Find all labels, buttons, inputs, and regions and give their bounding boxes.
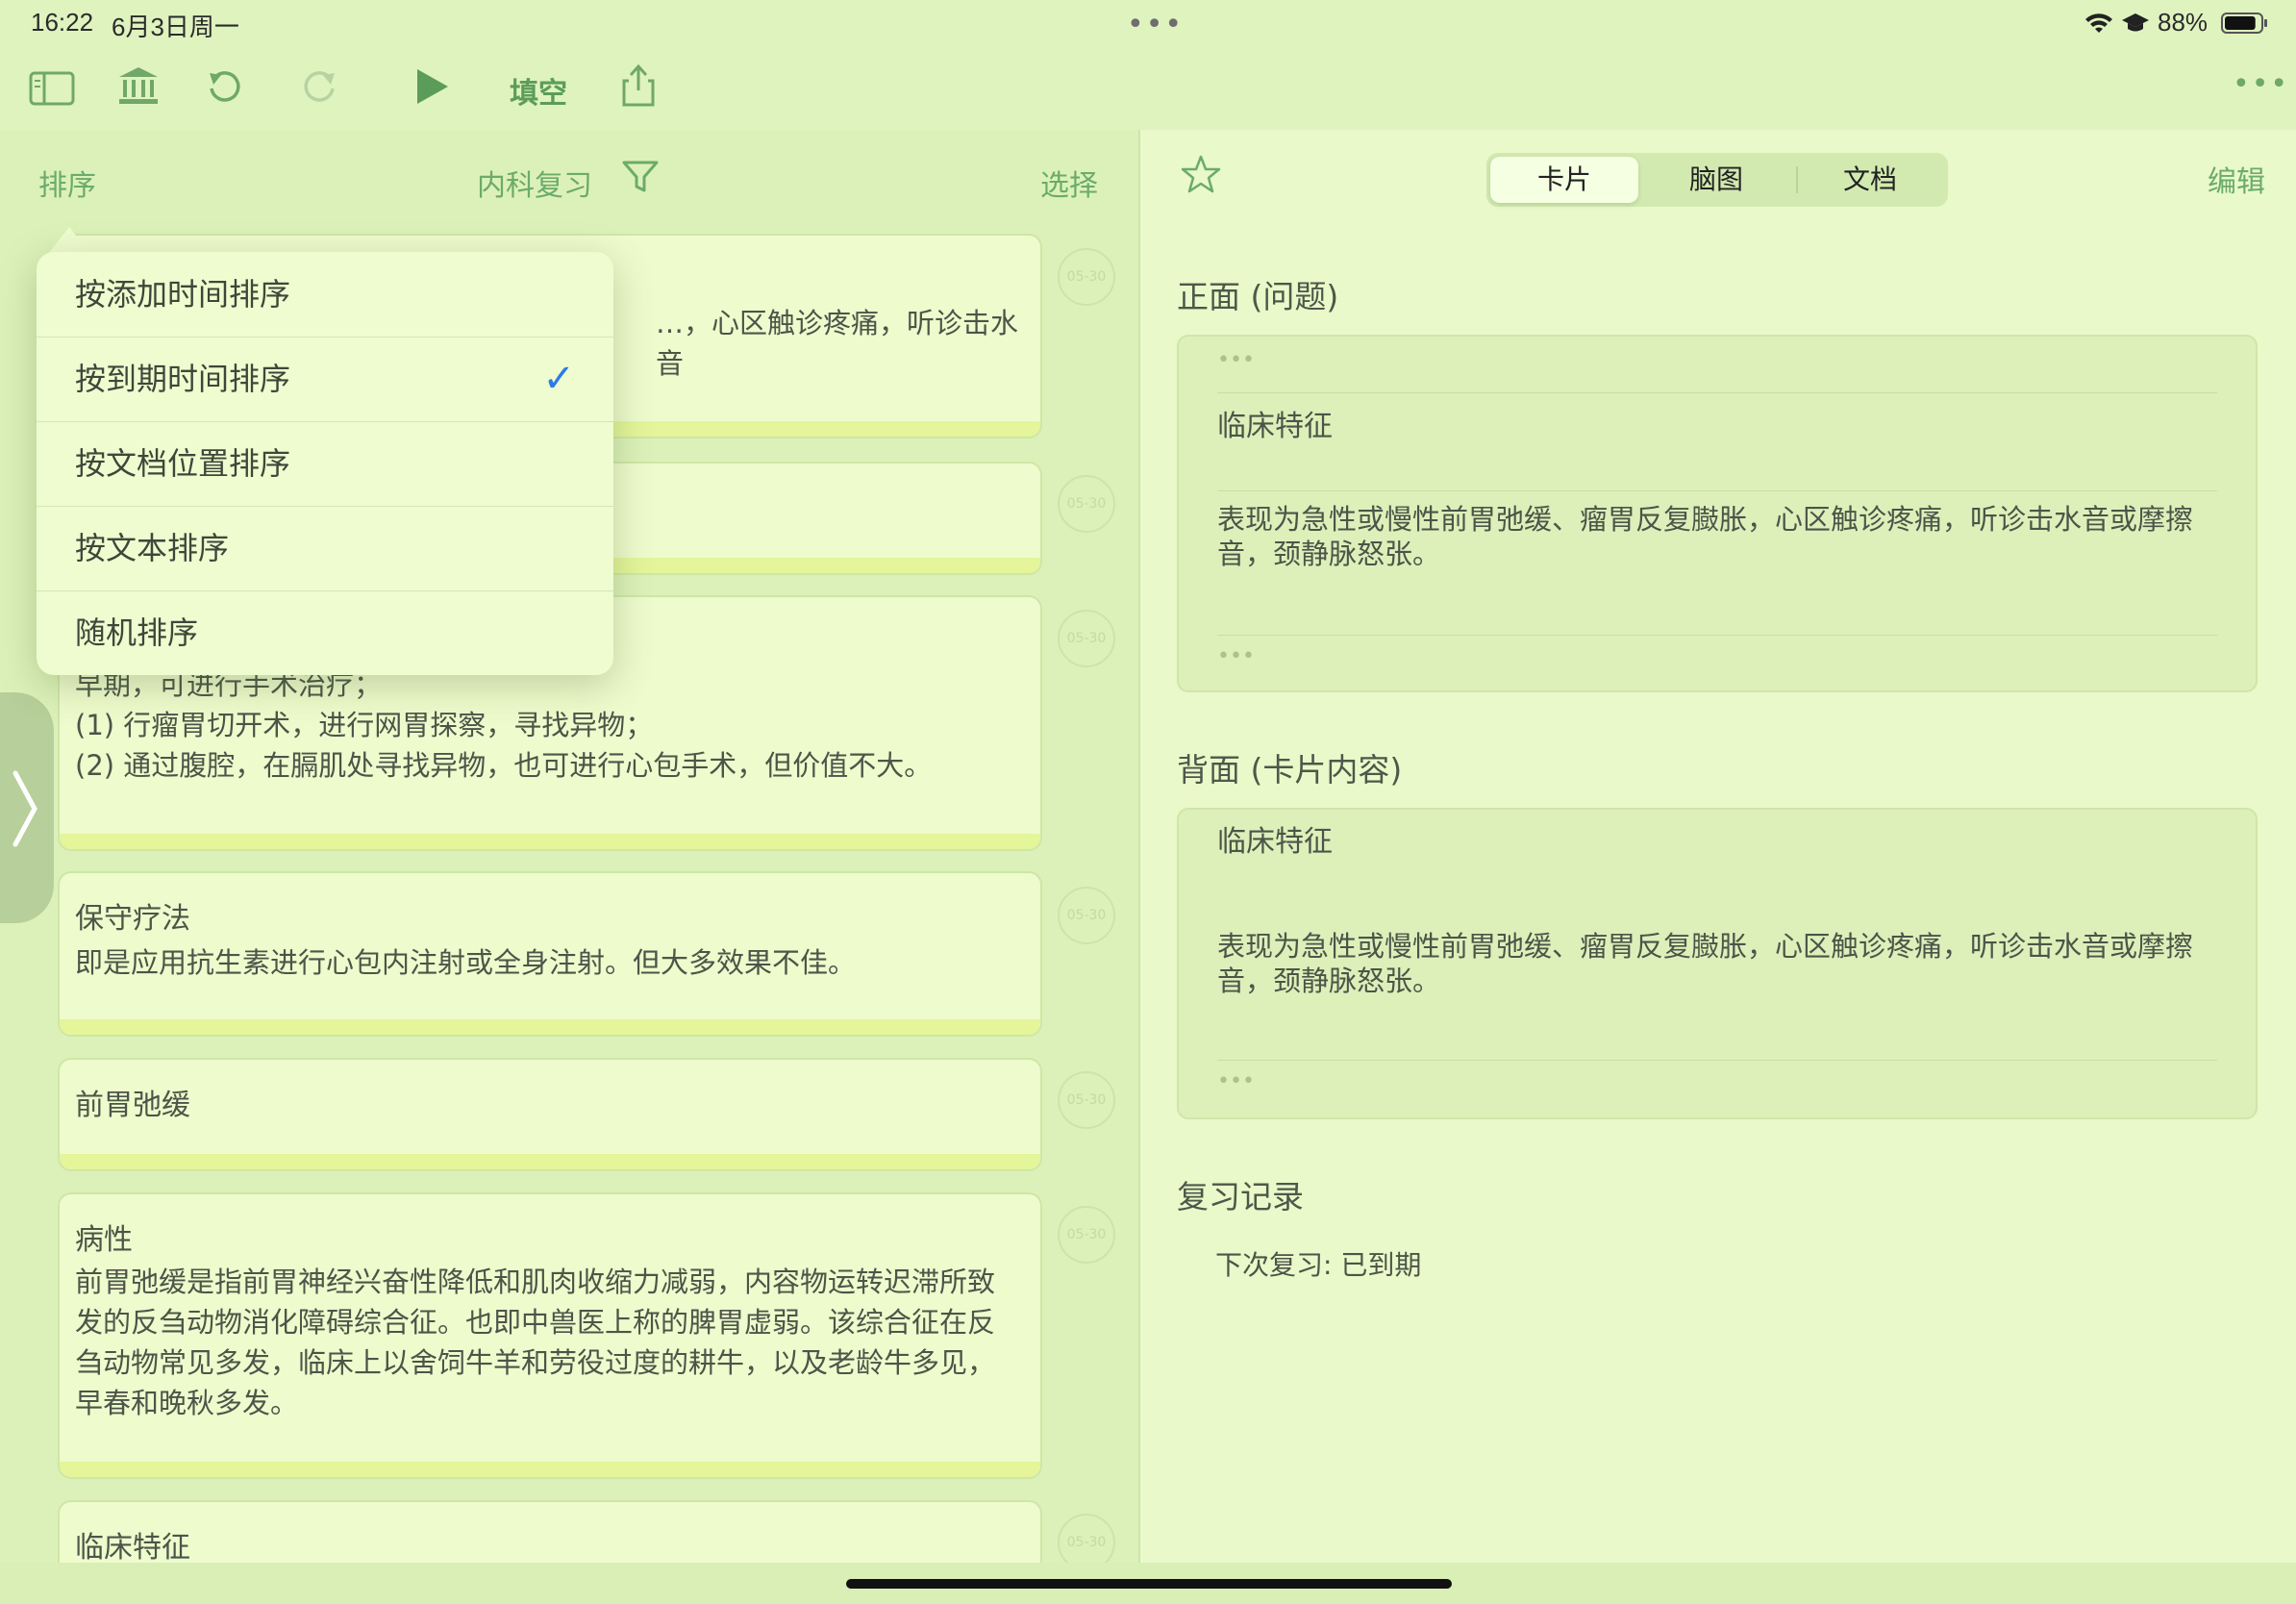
front-heading: 正面 (问题) (1177, 278, 1339, 315)
sort-menu-arrow (48, 227, 90, 254)
view-segmented-control: 卡片 脑图 文档 (1486, 153, 1948, 207)
card-bar (60, 1019, 1040, 1035)
ellipsis-bottom: ••• (1217, 644, 1255, 668)
battery-percent: 88% (2158, 8, 2209, 37)
deck-title[interactable]: 内科复习 (477, 162, 592, 204)
star-icon[interactable] (1181, 154, 1221, 198)
back-title: 临床特征 (1217, 825, 1333, 859)
library-icon[interactable] (117, 65, 160, 110)
card-body: 即是应用抗生素进行心包内注射或全身注射。但大多效果不佳。 (75, 946, 857, 979)
sort-menu: 按添加时间排序 按到期时间排序 ✓ 按文档位置排序 按文本排序 随机排序 (37, 252, 613, 675)
edit-button[interactable]: 编辑 (2208, 158, 2265, 200)
checkmark-icon: ✓ (542, 357, 575, 401)
sort-by-document-position[interactable]: 按文档位置排序 (37, 421, 613, 506)
menu-item-label: 随机排序 (75, 614, 199, 651)
due-date-badge: 05-30 (1058, 887, 1115, 944)
sort-by-due-time[interactable]: 按到期时间排序 ✓ (37, 337, 613, 421)
card-title: 保守疗法 (75, 902, 190, 936)
menu-item-label: 按文本排序 (75, 530, 230, 566)
list-item[interactable]: 保守疗法 即是应用抗生素进行心包内注射或全身注射。但大多效果不佳。 (58, 871, 1042, 1037)
divider (1217, 490, 2217, 491)
next-review-text: 下次复习: 已到期 (1215, 1249, 1422, 1281)
sort-button[interactable]: 排序 (38, 162, 96, 204)
play-icon[interactable] (415, 67, 450, 110)
share-icon[interactable] (621, 63, 656, 112)
sort-by-added-time[interactable]: 按添加时间排序 (37, 252, 613, 337)
more-icon[interactable]: ••• (2233, 67, 2289, 101)
card-title: 病性 (75, 1223, 133, 1257)
card-title: 临床特征 (75, 1531, 190, 1565)
battery-icon (2221, 12, 2269, 38)
back-content-box: 临床特征 表现为急性或慢性前胃弛缓、瘤胃反复臌胀，心区触诊疼痛，听诊击水音或摩擦… (1177, 808, 2258, 1119)
back-heading: 背面 (卡片内容) (1177, 751, 1403, 789)
divider (1217, 392, 2217, 393)
select-button[interactable]: 选择 (1040, 162, 1098, 204)
due-date-badge: 05-30 (1058, 1206, 1115, 1264)
ellipsis-bottom: ••• (1217, 1069, 1255, 1093)
ellipsis-top: ••• (1217, 348, 1255, 372)
sort-random[interactable]: 随机排序 (37, 590, 613, 675)
graduation-cap-icon (2121, 12, 2150, 38)
card-bar (60, 1462, 1040, 1477)
divider (1217, 1060, 2217, 1061)
card-body: 早期，可进行手术治疗； (1) 行瘤胃切开术，进行网胃探察，寻找异物； (2) … (75, 668, 933, 782)
sidebar-icon[interactable] (29, 69, 75, 112)
menu-item-label: 按到期时间排序 (75, 361, 291, 397)
card-bar (60, 834, 1040, 849)
fill-blank-button[interactable]: 填空 (510, 69, 567, 112)
card-bar (60, 1154, 1040, 1169)
status-time: 16:22 (31, 8, 94, 37)
card-title: 前胃弛缓 (75, 1089, 190, 1122)
home-indicator[interactable] (846, 1579, 1452, 1589)
review-heading: 复习记录 (1177, 1178, 1304, 1216)
card-body: 前胃弛缓是指前胃神经兴奋性降低和肌肉收缩力减弱，内容物运转迟滞所致发的反刍动物消… (75, 1266, 996, 1419)
card-body: …，心区触诊疼痛，听诊击水音 (656, 307, 1019, 380)
list-item[interactable]: 病性 前胃弛缓是指前胃神经兴奋性降低和肌肉收缩力减弱，内容物运转迟滞所致发的反刍… (58, 1192, 1042, 1479)
redo-icon[interactable] (302, 69, 338, 110)
tab-document[interactable]: 文档 (1796, 157, 1944, 203)
tab-mindmap[interactable]: 脑图 (1642, 157, 1790, 203)
multitask-dots[interactable]: ••• (1127, 8, 1184, 41)
chevron-right-icon (12, 770, 37, 847)
sort-by-text[interactable]: 按文本排序 (37, 506, 613, 590)
wifi-icon (2084, 12, 2113, 38)
front-text: 表现为急性或慢性前胃弛缓、瘤胃反复臌胀，心区触诊疼痛，听诊击水音或摩擦音，颈静脉… (1217, 503, 2194, 570)
front-content-box: ••• 临床特征 表现为急性或慢性前胃弛缓、瘤胃反复臌胀，心区触诊疼痛，听诊击水… (1177, 335, 2258, 692)
due-date-badge: 05-30 (1058, 1071, 1115, 1129)
due-date-badge: 05-30 (1058, 475, 1115, 533)
back-text: 表现为急性或慢性前胃弛缓、瘤胃反复臌胀，心区触诊疼痛，听诊击水音或摩擦音，颈静脉… (1217, 930, 2194, 997)
due-date-badge: 05-30 (1058, 248, 1115, 306)
menu-item-label: 按文档位置排序 (75, 445, 291, 482)
due-date-badge: 05-30 (1058, 610, 1115, 667)
tab-card[interactable]: 卡片 (1490, 157, 1638, 203)
list-item[interactable]: 前胃弛缓 (58, 1058, 1042, 1171)
front-title: 临床特征 (1217, 410, 1333, 443)
filter-icon[interactable] (621, 160, 660, 198)
menu-item-label: 按添加时间排序 (75, 276, 291, 313)
status-date: 6月3日周一 (112, 13, 239, 41)
divider (1217, 635, 2217, 636)
undo-icon[interactable] (206, 69, 242, 110)
sidebar-toggle-tab[interactable] (0, 692, 54, 923)
